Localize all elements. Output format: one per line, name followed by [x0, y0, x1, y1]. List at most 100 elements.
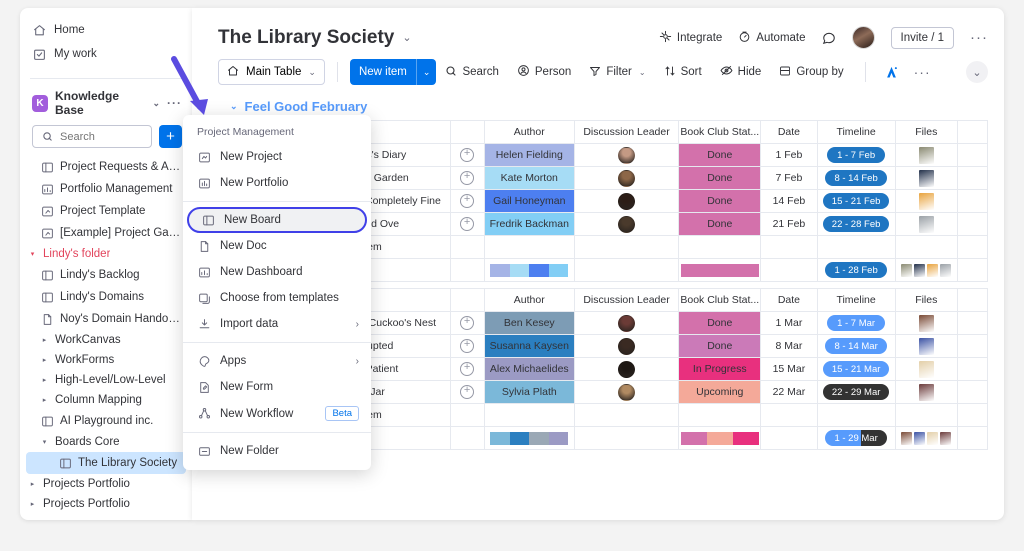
column-header-date[interactable]: Date: [761, 121, 817, 144]
column-header-timeline[interactable]: Timeline: [817, 121, 895, 144]
column-header-timeline[interactable]: Timeline: [817, 289, 895, 312]
column-header-author[interactable]: Author: [484, 121, 574, 144]
toolbar-collapse-button[interactable]: ⌄: [966, 61, 988, 83]
chevron-down-icon[interactable]: ⌄: [230, 101, 238, 112]
sidebar-item-lindy-s-domains[interactable]: Lindy's Domains: [20, 286, 192, 308]
chevron-down-icon[interactable]: ⌄: [152, 98, 160, 109]
toolbar-hide-button[interactable]: Hide: [711, 59, 771, 85]
cell-discussion-leader[interactable]: [574, 381, 678, 404]
cell-timeline[interactable]: 15 - 21 Feb: [817, 190, 895, 213]
cell-discussion-leader[interactable]: [574, 358, 678, 381]
cell-discussion-leader[interactable]: [574, 190, 678, 213]
status-badge[interactable]: Done: [679, 167, 761, 190]
automate-button[interactable]: Automate: [738, 30, 805, 46]
status-badge[interactable]: Done: [679, 144, 761, 167]
cell-date[interactable]: 15 Mar: [761, 358, 817, 381]
cell-timeline[interactable]: 8 - 14 Feb: [817, 167, 895, 190]
row-chat-button[interactable]: [450, 167, 484, 190]
cell-date[interactable]: 8 Mar: [761, 335, 817, 358]
sidebar-item-lindy-s-folder[interactable]: ▾Lindy's folder: [20, 244, 192, 264]
sidebar-item-column-mapping[interactable]: ▸Column Mapping: [20, 390, 192, 410]
invite-button[interactable]: Invite / 1: [891, 27, 954, 49]
row-chat-button[interactable]: [450, 358, 484, 381]
cell-author[interactable]: Kate Morton: [484, 167, 574, 190]
row-chat-button[interactable]: [450, 144, 484, 167]
workspace-selector[interactable]: K Knowledge Base ⌄ ···: [20, 85, 192, 121]
cell-timeline[interactable]: 8 - 14 Mar: [817, 335, 895, 358]
menu-item-new-board[interactable]: New Board: [187, 207, 367, 233]
expand-arrow-icon[interactable]: ▾: [40, 438, 49, 446]
sidebar-item-projects-portfolio[interactable]: ▸Projects Portfolio: [20, 494, 192, 514]
cell-author[interactable]: Gail Honeyman: [484, 190, 574, 213]
column-header-date[interactable]: Date: [761, 289, 817, 312]
status-badge[interactable]: Done: [679, 335, 761, 358]
add-new-button[interactable]: +: [159, 125, 182, 148]
sidebar-item-workforms[interactable]: ▸WorkForms: [20, 350, 192, 370]
toolbar-more-icon[interactable]: ···: [905, 59, 940, 85]
new-item-button[interactable]: New item ⌄: [350, 59, 436, 85]
cell-author[interactable]: Helen Fielding: [484, 144, 574, 167]
cell-timeline[interactable]: 1 - 7 Feb: [817, 144, 895, 167]
column-add-header[interactable]: [957, 121, 987, 144]
cell-discussion-leader[interactable]: [574, 335, 678, 358]
toolbar-person-button[interactable]: Person: [508, 59, 580, 85]
expand-arrow-icon[interactable]: ▸: [40, 356, 49, 364]
header-more-icon[interactable]: ···: [970, 29, 988, 46]
cell-discussion-leader[interactable]: [574, 144, 678, 167]
ai-sparkle-icon[interactable]: [878, 59, 905, 85]
chevron-down-icon[interactable]: ⌄: [416, 59, 437, 85]
sidebar-item-example-project-gamma[interactable]: [Example] Project Gamma: [20, 222, 192, 244]
sidebar-item-projects-portfolio[interactable]: ▸Projects Portfolio: [20, 474, 192, 494]
cell-files[interactable]: [895, 358, 957, 381]
cell-author[interactable]: Fredrik Backman: [484, 213, 574, 236]
cell-discussion-leader[interactable]: [574, 312, 678, 335]
chevron-down-icon[interactable]: ⌄: [402, 31, 411, 44]
cell-files[interactable]: [895, 144, 957, 167]
expand-arrow-icon[interactable]: ▸: [40, 336, 49, 344]
menu-item-new-folder[interactable]: New Folder: [183, 438, 371, 464]
status-badge[interactable]: In Progress: [679, 358, 761, 381]
sidebar-item-ai-playground-inc[interactable]: AI Playground inc.: [20, 410, 192, 432]
column-header-book-club-stat[interactable]: Book Club Stat...: [679, 121, 761, 144]
cell-timeline[interactable]: 22 - 29 Mar: [817, 381, 895, 404]
cell-files[interactable]: [895, 312, 957, 335]
sidebar-search-input[interactable]: [60, 131, 144, 143]
cell-files[interactable]: [895, 190, 957, 213]
row-chat-button[interactable]: [450, 213, 484, 236]
menu-item-new-doc[interactable]: New Doc: [183, 233, 371, 259]
menu-item-apps[interactable]: Apps›: [183, 348, 371, 374]
cell-files[interactable]: [895, 167, 957, 190]
cell-discussion-leader[interactable]: [574, 167, 678, 190]
row-chat-button[interactable]: [450, 335, 484, 358]
cell-date[interactable]: 14 Feb: [761, 190, 817, 213]
row-chat-button[interactable]: [450, 312, 484, 335]
cell-date[interactable]: 7 Feb: [761, 167, 817, 190]
cell-timeline[interactable]: 15 - 21 Mar: [817, 358, 895, 381]
column-header-author[interactable]: Author: [484, 289, 574, 312]
cell-author[interactable]: Susanna Kaysen: [484, 335, 574, 358]
cell-files[interactable]: [895, 381, 957, 404]
menu-item-new-form[interactable]: New Form: [183, 374, 371, 400]
sidebar-item-the-library-society[interactable]: The Library Society: [26, 452, 186, 474]
column-header-files[interactable]: Files: [895, 121, 957, 144]
sidebar-item-lindy-s-backlog[interactable]: Lindy's Backlog: [20, 264, 192, 286]
column-header-discussion-leader[interactable]: Discussion Leader: [574, 121, 678, 144]
expand-arrow-icon[interactable]: ▸: [28, 480, 37, 488]
cell-files[interactable]: [895, 335, 957, 358]
sidebar-item-project-template[interactable]: Project Template: [20, 200, 192, 222]
status-badge[interactable]: Done: [679, 213, 761, 236]
expand-arrow-icon[interactable]: ▾: [28, 250, 37, 258]
cell-discussion-leader[interactable]: [574, 213, 678, 236]
column-add-header[interactable]: [957, 289, 987, 312]
status-badge[interactable]: Done: [679, 312, 761, 335]
sidebar-search-box[interactable]: [32, 125, 152, 148]
column-header-files[interactable]: Files: [895, 289, 957, 312]
menu-item-import-data[interactable]: Import data›: [183, 311, 371, 337]
sidebar-item-noy-s-domain-handover[interactable]: Noy's Domain Handover: [20, 308, 192, 330]
toolbar-search-button[interactable]: Search: [436, 59, 507, 85]
cell-files[interactable]: [895, 213, 957, 236]
menu-item-new-project[interactable]: New Project: [183, 144, 371, 170]
status-badge[interactable]: Done: [679, 190, 761, 213]
cell-date[interactable]: 1 Feb: [761, 144, 817, 167]
menu-item-new-portfolio[interactable]: New Portfolio: [183, 170, 371, 196]
